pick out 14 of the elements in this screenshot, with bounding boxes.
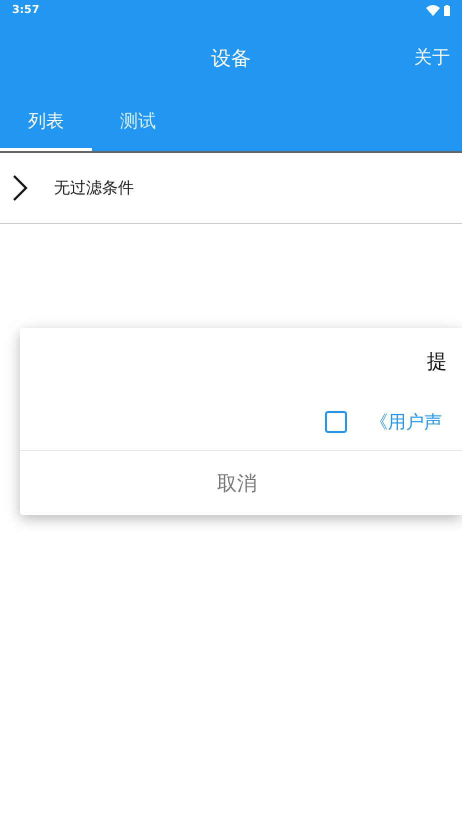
wifi-icon [426, 4, 440, 16]
dialog-title: 提 [427, 348, 447, 375]
tab[interactable]: 测试 [92, 95, 184, 151]
checkbox[interactable] [325, 411, 347, 433]
filter-row[interactable]: 无过滤条件 [0, 153, 462, 224]
about-button[interactable]: 关于 [414, 44, 450, 71]
app-title: 设备 [211, 44, 251, 72]
cancel-button[interactable]: 取消 [20, 451, 454, 515]
agreement-link[interactable]: 《用户声 [370, 408, 442, 436]
status-time: 3:57 [12, 2, 40, 18]
tab[interactable]: 列表 [0, 95, 92, 151]
filter-label: 无过滤条件 [54, 177, 134, 199]
chevron-right-icon [12, 174, 28, 202]
battery-icon [444, 4, 450, 16]
